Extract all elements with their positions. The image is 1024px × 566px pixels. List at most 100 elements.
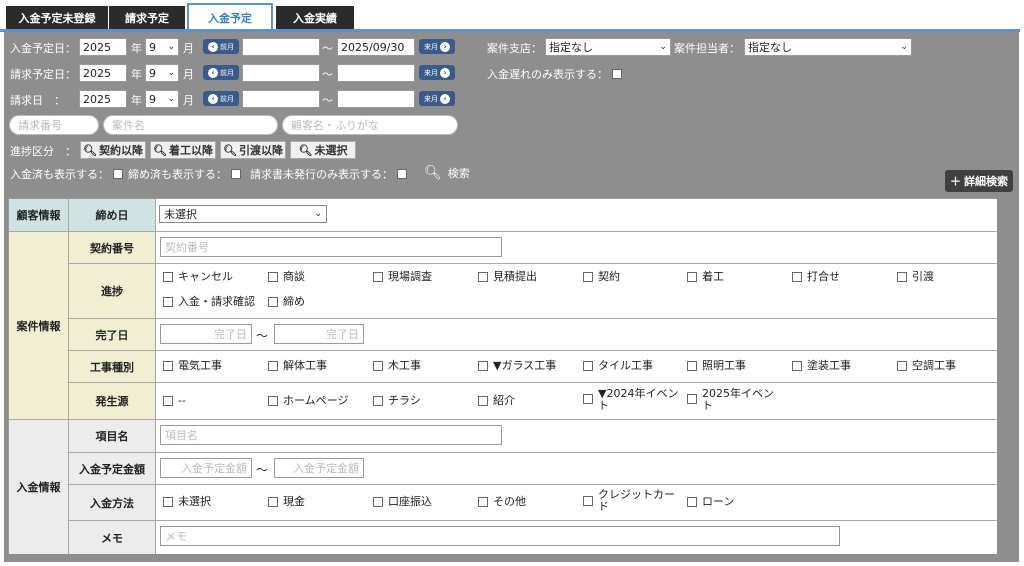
checkbox[interactable] [687,497,697,507]
source-option[interactable]: チラシ [373,395,421,407]
payment-date-to-input[interactable]: 2025/09/30 [337,38,415,56]
prev-month-button[interactable]: ‹ 前月 [203,65,239,80]
unissued-checkbox[interactable] [397,169,407,179]
tab-payment-actual[interactable]: 入金実績 [276,6,354,30]
tab-payment-plan[interactable]: 入金予定 [187,3,273,31]
closing-select[interactable]: 未選択 ⌄ [159,205,327,223]
closed-checkbox[interactable] [231,169,241,179]
progress-option[interactable]: 商談 [268,271,305,283]
work-option[interactable]: 木工事 [373,360,421,372]
checkbox[interactable] [268,396,278,406]
checkbox[interactable] [373,497,383,507]
checkbox[interactable] [478,497,488,507]
item-name-input[interactable]: 項目名 [160,425,502,445]
source-option[interactable]: ホームページ [268,395,348,407]
payment-year-input[interactable]: 2025 [79,38,127,56]
checkbox[interactable] [583,272,593,282]
checkbox[interactable] [163,361,173,371]
next-month-button[interactable]: 来月 › [419,91,455,106]
checkbox[interactable] [583,361,593,371]
staff-select[interactable]: 指定なし ⌄ [744,38,912,56]
case-name-input[interactable]: 案件名 [103,115,278,135]
billing-date-from-input[interactable] [242,64,320,82]
checkbox[interactable] [897,361,907,371]
checkbox[interactable] [163,497,173,507]
checkbox[interactable] [792,272,802,282]
checkbox[interactable] [163,272,173,282]
source-option[interactable]: 紹介 [478,395,515,407]
checkbox[interactable] [373,272,383,282]
source-option[interactable]: -- [163,395,186,407]
next-month-button[interactable]: 来月 › [419,65,455,80]
stage-contract-button[interactable]: 🔍︎ 契約以降 [80,141,146,159]
contract-input[interactable]: 契約番号 [160,237,502,257]
checkbox[interactable] [268,297,278,307]
complete-to-input[interactable]: 完了日 [274,324,364,344]
method-option[interactable]: その他 [478,496,526,508]
checkbox[interactable] [373,396,383,406]
billing-date-to-input[interactable] [337,64,415,82]
checkbox[interactable] [897,272,907,282]
prev-month-button[interactable]: ‹ 前月 [203,91,239,106]
source-option[interactable]: 2025年イベント [687,388,777,412]
work-option[interactable]: ▼ガラス工事 [478,360,556,372]
checkbox[interactable] [583,394,593,404]
progress-option[interactable]: 契約 [583,271,620,283]
checkbox[interactable] [373,361,383,371]
checkbox[interactable] [268,361,278,371]
progress-option[interactable]: 見積提出 [478,271,537,283]
checkbox[interactable] [687,361,697,371]
progress-option[interactable]: 入金・請求確認 [163,296,255,308]
invoice-number-input[interactable]: 請求番号 [9,115,99,135]
search-button[interactable]: 🔍︎ 検索 [424,165,470,181]
invoice-month-select[interactable]: 9 ⌄ [145,90,179,108]
branch-select[interactable]: 指定なし ⌄ [545,38,671,56]
progress-option[interactable]: キャンセル [163,271,233,283]
memo-input[interactable]: メモ [160,526,840,546]
checkbox[interactable] [478,272,488,282]
source-option[interactable]: ▼2024年イベント [583,388,679,412]
work-option[interactable]: 照明工事 [687,360,746,372]
work-option[interactable]: 塗装工事 [792,360,851,372]
work-option[interactable]: 解体工事 [268,360,327,372]
paid-checkbox[interactable] [113,169,123,179]
checkbox[interactable] [163,297,173,307]
checkbox[interactable] [687,272,697,282]
invoice-date-from-input[interactable] [242,90,320,108]
checkbox[interactable] [583,496,593,506]
payment-date-from-input[interactable] [242,38,320,56]
stage-unselected-button[interactable]: 🔍︎ 未選択 [290,141,356,159]
stage-handover-button[interactable]: 🔍︎ 引渡以降 [220,141,286,159]
prev-month-button[interactable]: ‹ 前月 [203,39,239,54]
method-option[interactable]: 口座振込 [373,496,432,508]
progress-option[interactable]: 打合せ [792,271,840,283]
checkbox[interactable] [478,396,488,406]
progress-option[interactable]: 締め [268,296,305,308]
late-only-checkbox[interactable] [612,69,622,79]
method-option[interactable]: 現金 [268,496,305,508]
customer-name-input[interactable]: 顧客名・ふりがな [282,115,458,135]
progress-option[interactable]: 着工 [687,271,724,283]
checkbox[interactable] [268,272,278,282]
checkbox[interactable] [478,361,488,371]
checkbox[interactable] [268,497,278,507]
checkbox[interactable] [687,394,697,404]
work-option[interactable]: 空調工事 [897,360,956,372]
billing-year-input[interactable]: 2025 [79,64,127,82]
next-month-button[interactable]: 来月 › [419,39,455,54]
invoice-date-to-input[interactable] [337,90,415,108]
work-option[interactable]: 電気工事 [163,360,222,372]
checkbox[interactable] [792,361,802,371]
stage-start-button[interactable]: 🔍︎ 着工以降 [150,141,216,159]
method-option[interactable]: 未選択 [163,496,211,508]
amount-from-input[interactable]: 入金予定金額 [160,458,252,478]
complete-from-input[interactable]: 完了日 [160,324,252,344]
progress-option[interactable]: 現場調査 [373,271,432,283]
method-option[interactable]: ローン [687,496,734,508]
method-option[interactable]: クレジットカード [583,489,679,513]
amount-to-input[interactable]: 入金予定金額 [274,458,364,478]
tab-unregistered[interactable]: 入金予定未登録 [6,6,108,30]
invoice-year-input[interactable]: 2025 [79,90,127,108]
billing-month-select[interactable]: 9 ⌄ [145,64,179,82]
detail-search-button[interactable]: ＋詳細検索 [945,170,1013,192]
